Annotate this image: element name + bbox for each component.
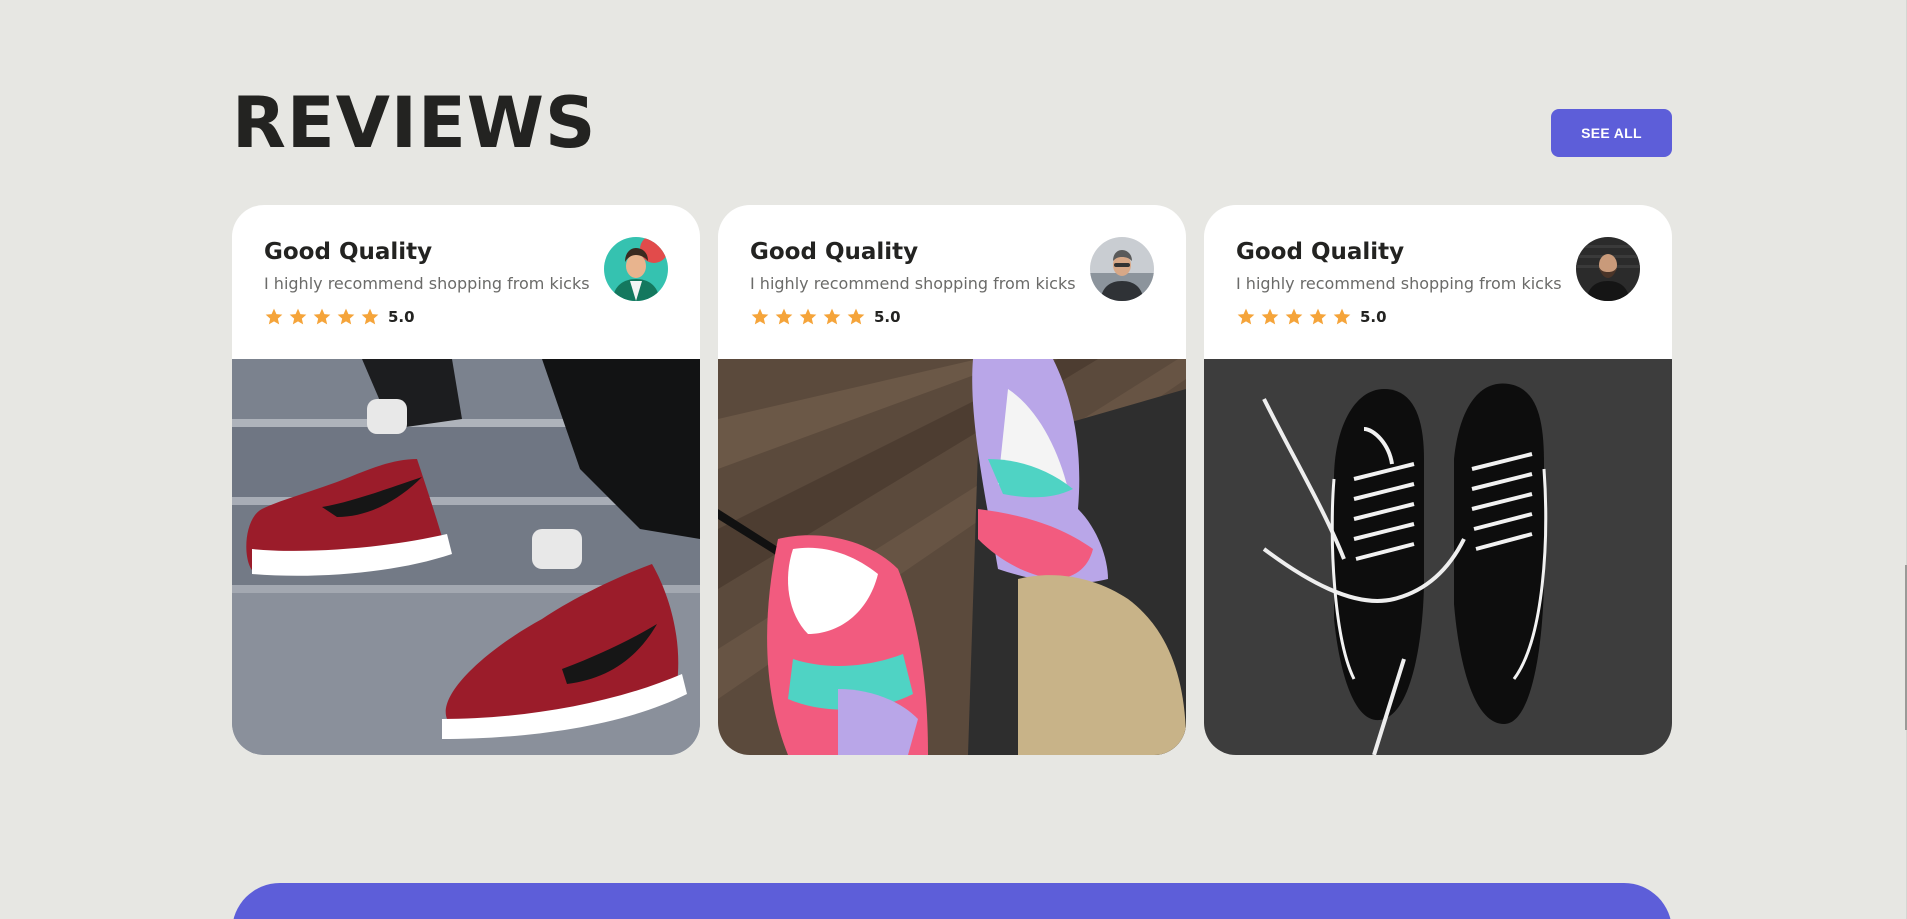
review-card[interactable]: Good Quality I highly recommend shopping…	[1204, 205, 1672, 755]
star-icon	[775, 308, 793, 325]
review-photo	[232, 359, 700, 755]
review-photo	[718, 359, 1186, 755]
avatar-image	[604, 237, 668, 301]
see-all-button[interactable]: SEE ALL	[1551, 109, 1672, 157]
rating-value: 5.0	[874, 308, 901, 326]
star-icon	[799, 308, 817, 325]
promo-banner	[232, 883, 1672, 919]
reviewer-avatar[interactable]	[1576, 237, 1640, 301]
rating-value: 5.0	[1360, 308, 1387, 326]
review-text: I highly recommend shopping from kicks	[750, 274, 1076, 293]
star-icon	[1237, 308, 1255, 325]
sneaker-photo	[718, 359, 1186, 755]
star-icon	[751, 308, 769, 325]
star-icon	[313, 308, 331, 325]
review-card-header: Good Quality I highly recommend shopping…	[1204, 205, 1672, 359]
sneaker-photo	[1204, 359, 1672, 755]
sneaker-photo	[232, 359, 700, 755]
section-title: REVIEWS	[232, 82, 597, 164]
review-card-header: Good Quality I highly recommend shopping…	[232, 205, 700, 359]
review-text: I highly recommend shopping from kicks	[264, 274, 590, 293]
star-icon	[1333, 308, 1351, 325]
star-rating: 5.0	[264, 305, 415, 329]
review-card[interactable]: Good Quality I highly recommend shopping…	[718, 205, 1186, 755]
star-icon	[361, 308, 379, 325]
review-title: Good Quality	[264, 239, 433, 265]
star-icon	[847, 308, 865, 325]
star-icon	[1309, 308, 1327, 325]
star-icon	[265, 308, 283, 325]
star-icon	[1261, 308, 1279, 325]
reviewer-avatar[interactable]	[604, 237, 668, 301]
rating-value: 5.0	[388, 308, 415, 326]
star-icon	[289, 308, 307, 325]
reviews-section: REVIEWS SEE ALL Good Quality I highly re…	[232, 0, 1672, 919]
reviewer-avatar[interactable]	[1090, 237, 1154, 301]
avatar-image	[1090, 237, 1154, 301]
review-card[interactable]: Good Quality I highly recommend shopping…	[232, 205, 700, 755]
star-rating: 5.0	[1236, 305, 1387, 329]
star-icon	[337, 308, 355, 325]
review-photo	[1204, 359, 1672, 755]
star-rating: 5.0	[750, 305, 901, 329]
avatar-image	[1576, 237, 1640, 301]
review-title: Good Quality	[750, 239, 919, 265]
review-card-header: Good Quality I highly recommend shopping…	[718, 205, 1186, 359]
review-cards: Good Quality I highly recommend shopping…	[232, 205, 1672, 755]
review-title: Good Quality	[1236, 239, 1405, 265]
review-text: I highly recommend shopping from kicks	[1236, 274, 1562, 293]
star-icon	[1285, 308, 1303, 325]
star-icon	[823, 308, 841, 325]
